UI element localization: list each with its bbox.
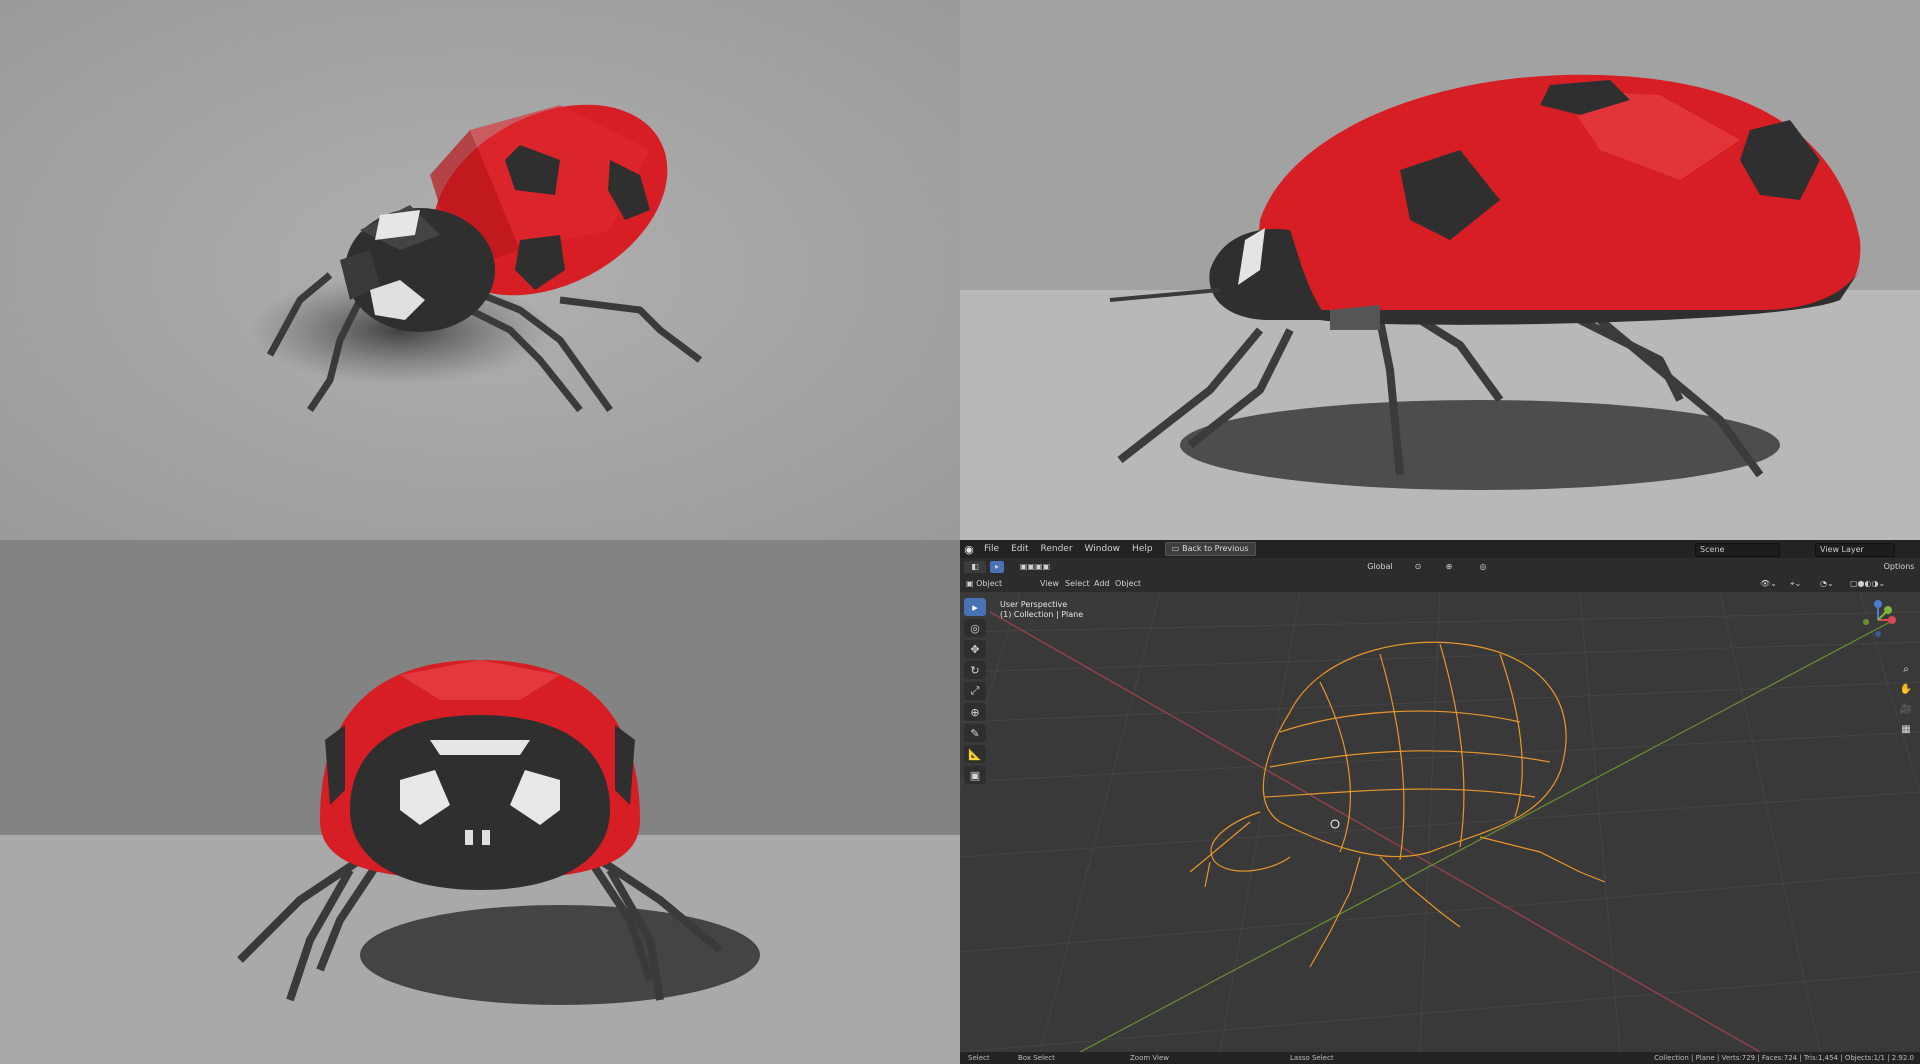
overlay-icon[interactable]: ◔⌄ [1820, 578, 1834, 590]
collection-label: (1) Collection | Plane [1000, 610, 1084, 619]
menu-file[interactable]: File [978, 540, 1005, 558]
mode-dropdown[interactable]: ▣ Object Mode ⌄ [966, 578, 1026, 600]
top-menu-bar: ◉ File Edit Render Window Help ▭ Back to… [960, 540, 1920, 558]
ladybug-render-3 [0, 540, 960, 1064]
wireframe-scene [960, 592, 1920, 1052]
orientation-dropdown[interactable]: Global [1360, 561, 1400, 573]
pivot-icon[interactable]: ⊙ [1408, 561, 1428, 573]
editor-type-button[interactable]: ◧ [964, 561, 986, 573]
main-menu: File Edit Render Window Help [978, 540, 1159, 558]
blender-logo-icon[interactable]: ◉ [960, 540, 978, 558]
menu-add[interactable]: Add [1094, 578, 1110, 590]
tool-shelf: ▸ ◎ ✥ ↻ ⤢ ⊕ ✎ 📐 ▣ [964, 598, 988, 787]
select-mode-group[interactable]: ▣▣▣▣ [1010, 561, 1060, 573]
visibility-icon[interactable]: 👁⌄ [1760, 578, 1777, 590]
navigation-gizmo[interactable] [1856, 598, 1900, 642]
navigation-controls: ⌕ ✋ 🎥 ▦ [1898, 662, 1914, 742]
back-to-previous-button[interactable]: ▭ Back to Previous [1164, 542, 1256, 556]
gizmo-icon[interactable]: ⌖⌄ [1790, 578, 1801, 590]
blender-window: ◉ File Edit Render Window Help ▭ Back to… [960, 540, 1920, 1064]
menu-render[interactable]: Render [1035, 540, 1079, 558]
menu-window[interactable]: Window [1079, 540, 1127, 558]
render-grid: ◉ File Edit Render Window Help ▭ Back to… [0, 0, 1920, 1064]
ladybug-render-1 [0, 0, 960, 540]
menu-select[interactable]: Select [1065, 578, 1090, 590]
view-layer-selector[interactable]: View Layer [1815, 543, 1895, 557]
render-view-three-quarter [0, 0, 960, 540]
3d-viewport[interactable]: ▸ ◎ ✥ ↻ ⤢ ⊕ ✎ 📐 ▣ User Perspective (1) C… [960, 592, 1920, 1052]
hand-icon[interactable]: ✋ [1898, 682, 1914, 698]
menu-edit[interactable]: Edit [1005, 540, 1034, 558]
scene-name: Scene [1700, 545, 1725, 554]
render-view-front [0, 540, 960, 1064]
status-box-select: Box Select [1018, 1054, 1055, 1062]
scene-selector[interactable]: Scene [1695, 543, 1780, 557]
grid-icon[interactable]: ▦ [1898, 722, 1914, 738]
perspective-label: User Perspective [1000, 600, 1068, 609]
rotate-icon[interactable]: ↻ [964, 661, 986, 679]
move-icon[interactable]: ✥ [964, 640, 986, 658]
add-cube-icon[interactable]: ▣ [964, 766, 986, 784]
viewport-header: ▣ Object Mode ⌄ View Select Add Object 👁… [960, 576, 1920, 600]
status-bar: Select Box Select Zoom View Lasso Select… [960, 1052, 1920, 1064]
options-label: Options [1883, 562, 1915, 571]
annotate-icon[interactable]: ✎ [964, 724, 986, 742]
measure-icon[interactable]: 📐 [964, 745, 986, 763]
ladybug-render-2 [960, 0, 1920, 540]
select-mode-button[interactable]: ▸ [990, 561, 1004, 573]
status-lasso-select: Lasso Select [1290, 1054, 1334, 1062]
transform-icon[interactable]: ⊕ [964, 703, 986, 721]
render-view-side [960, 0, 1920, 540]
orientation-value: Global [1367, 562, 1393, 571]
menu-view[interactable]: View [1040, 578, 1059, 590]
scale-icon[interactable]: ⤢ [964, 682, 986, 700]
menu-help[interactable]: Help [1126, 540, 1159, 558]
status-stats: Collection | Plane | Verts:729 | Faces:7… [1654, 1054, 1914, 1062]
tool-header: ◧ ▸ ▣▣▣▣ Global ⊙ ⊕ ◎ Options [960, 558, 1920, 576]
camera-icon[interactable]: 🎥 [1898, 702, 1914, 718]
status-select: Select [968, 1054, 990, 1062]
window-icon: ▭ [1171, 544, 1180, 553]
status-zoom-view: Zoom View [1130, 1054, 1170, 1062]
select-tool-icon[interactable]: ▸ [964, 598, 986, 616]
back-to-previous-label: Back to Previous [1182, 544, 1249, 553]
view-layer-name: View Layer [1820, 545, 1864, 554]
proportional-edit-icon[interactable]: ◎ [1468, 561, 1498, 573]
shading-icons[interactable]: ▢●◐◑⌄ [1850, 578, 1885, 590]
cursor-icon[interactable]: ◎ [964, 619, 986, 637]
zoom-icon[interactable]: ⌕ [1898, 662, 1914, 678]
snap-icon[interactable]: ⊕ [1434, 561, 1464, 573]
options-dropdown[interactable]: Options [1882, 561, 1916, 573]
menu-object[interactable]: Object [1115, 578, 1141, 590]
